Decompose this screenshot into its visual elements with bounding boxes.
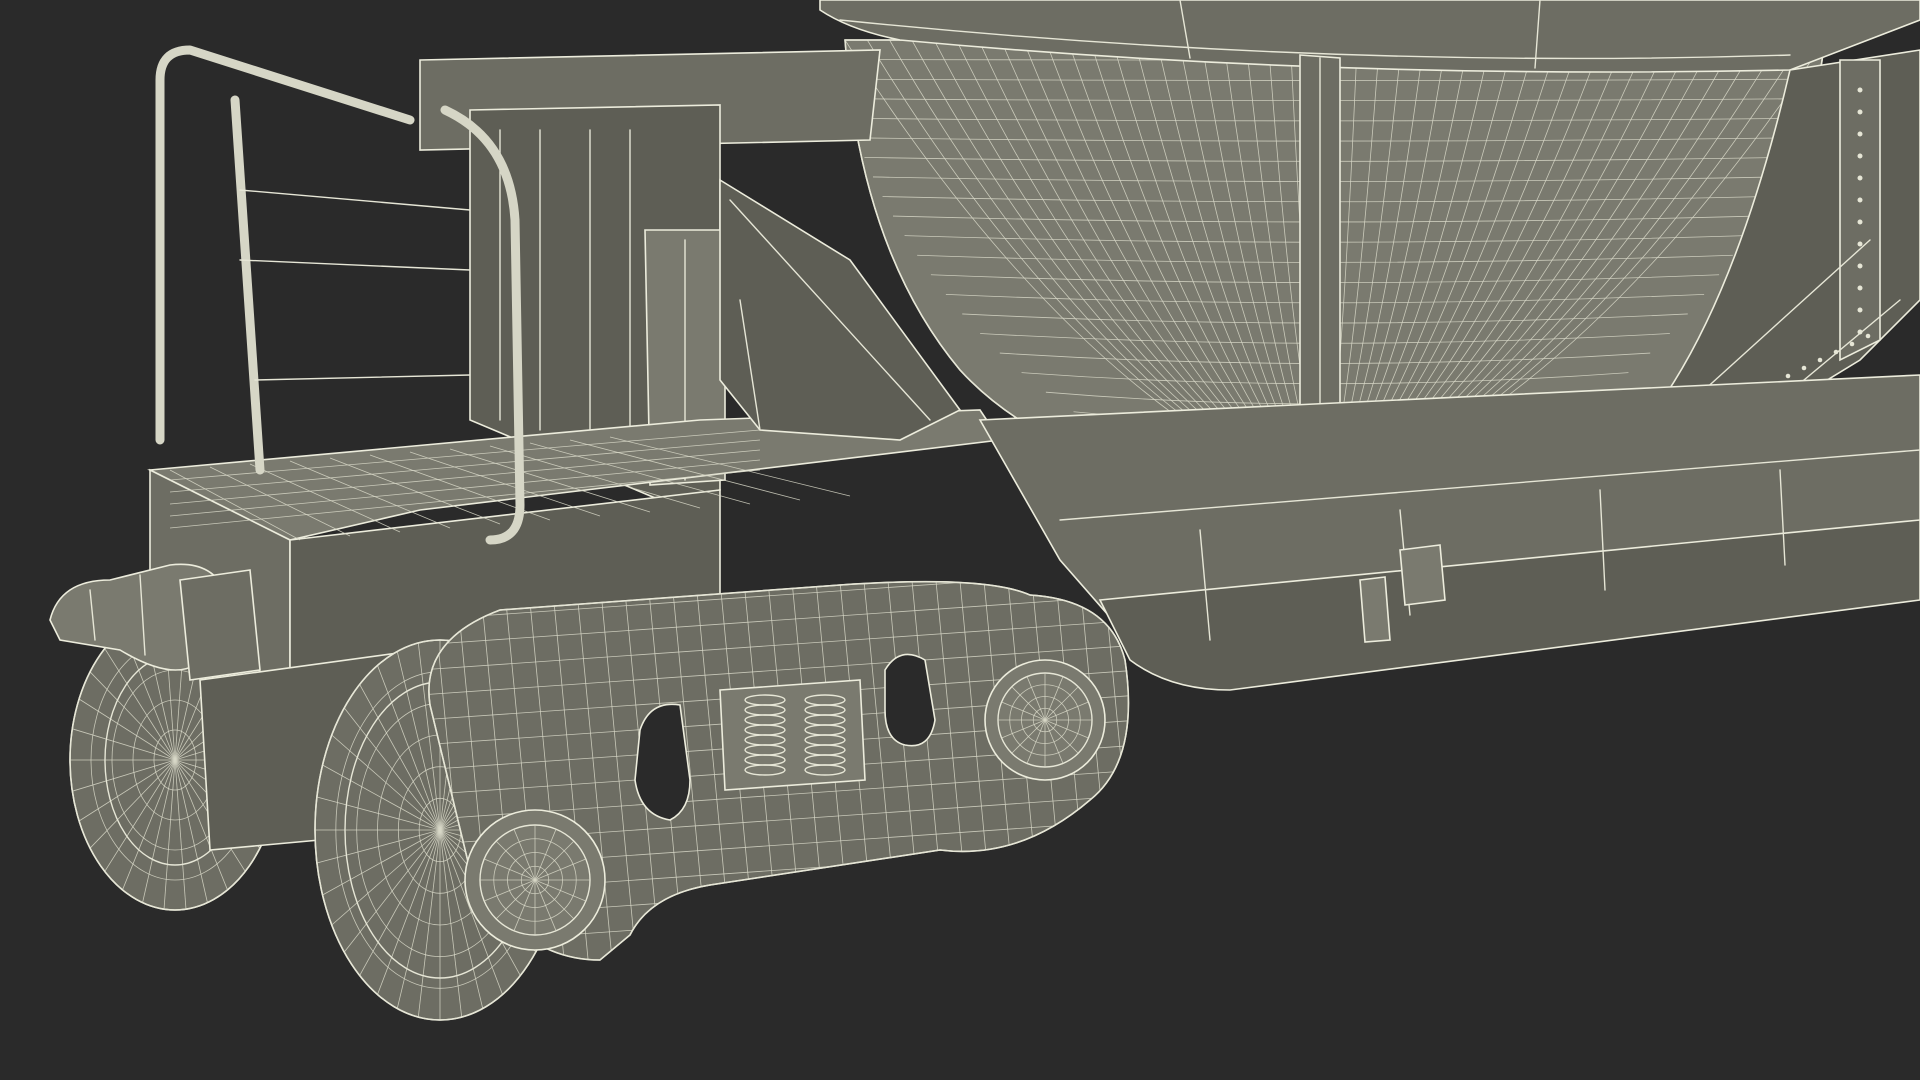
rivet — [1857, 153, 1863, 159]
rivet — [1785, 373, 1791, 379]
rivet — [1857, 219, 1863, 225]
rivet — [1857, 87, 1863, 93]
wireframe-render-scene — [49, 0, 1920, 1021]
rivet — [1817, 357, 1823, 363]
rivet — [1857, 109, 1863, 115]
rivet — [1857, 329, 1863, 335]
rivet — [1857, 131, 1863, 137]
rivet — [1849, 341, 1855, 347]
rivet — [1857, 197, 1863, 203]
underframe-sill — [978, 374, 1920, 691]
axle-box-front — [464, 809, 606, 951]
rivet — [1857, 241, 1863, 247]
rivet — [1801, 365, 1807, 371]
bowl-stiffener — [1299, 54, 1341, 451]
rivet — [1865, 333, 1871, 339]
rivet — [1857, 307, 1863, 313]
coupler — [49, 563, 261, 681]
rivet — [1833, 349, 1839, 355]
rivet — [1857, 285, 1863, 291]
axle-box-rear — [984, 659, 1106, 781]
rivet — [1857, 175, 1863, 181]
rivet — [1857, 263, 1863, 269]
